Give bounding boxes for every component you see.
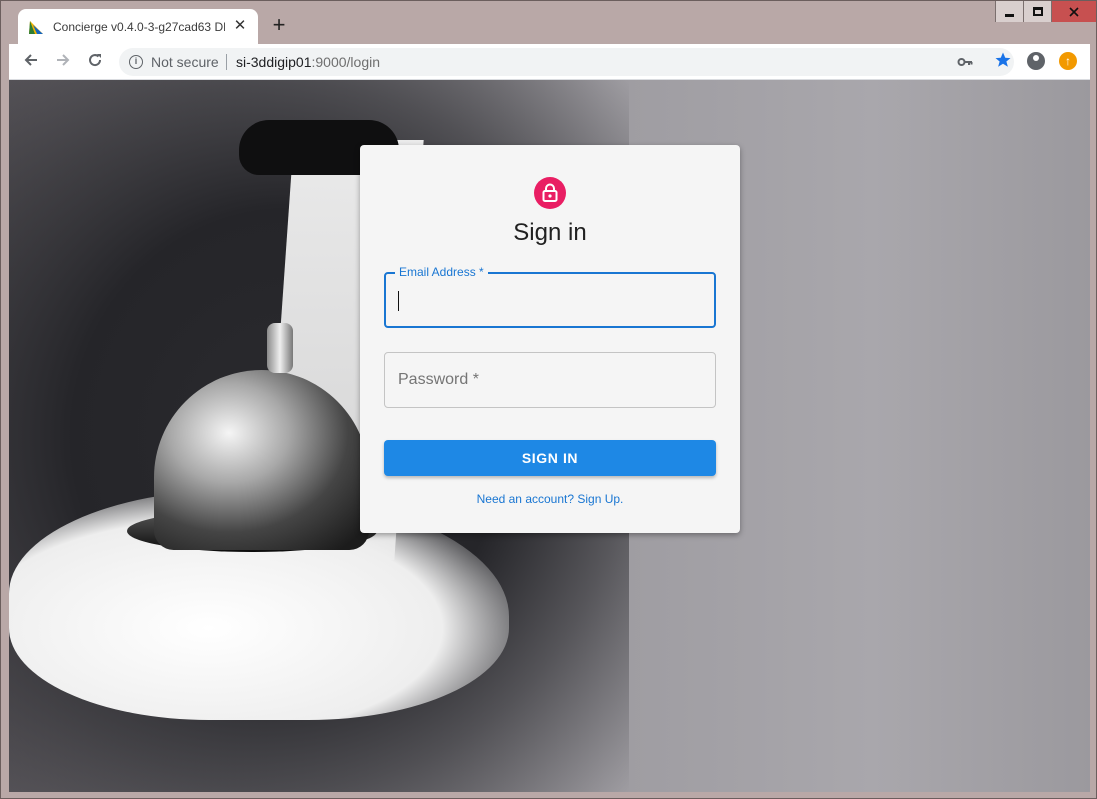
key-icon[interactable] [957,54,973,70]
reload-button[interactable] [85,52,105,72]
window-controls [995,1,1096,23]
favicon-icon [29,20,43,34]
back-arrow-icon [24,54,37,66]
page-viewport: Sign in Email Address * Password * SIGN … [9,80,1090,792]
sign-in-button[interactable]: SIGN IN [384,440,716,476]
page-title: Sign in [513,219,587,246]
new-tab-button[interactable]: + [267,14,291,38]
sign-in-card: Sign in Email Address * Password * SIGN … [360,145,740,533]
minimize-icon [1005,13,1014,17]
close-window-button[interactable] [1051,1,1096,22]
browser-window: Concierge v0.4.0-3-g27cad63 DE ✕ + i Not… [0,0,1097,799]
maximize-icon [1032,7,1043,16]
text-caret [398,291,399,311]
lock-icon [542,183,558,202]
password-field[interactable]: Password * [384,352,716,408]
minimize-button[interactable] [995,1,1023,22]
tab-title: Concierge v0.4.0-3-g27cad63 DE [53,19,225,34]
browser-tab[interactable]: Concierge v0.4.0-3-g27cad63 DE ✕ [18,9,258,44]
url-text: si-3ddigip01:9000/login [236,54,380,70]
back-button[interactable] [21,52,41,72]
close-icon [1069,6,1079,17]
lock-avatar [534,177,566,209]
tab-close-icon[interactable]: ✕ [232,18,248,34]
sign-up-link[interactable]: Need an account? Sign Up. [360,492,740,506]
security-label: Not secure [151,54,219,70]
address-bar[interactable]: i Not secure si-3ddigip01:9000/login [119,48,1014,76]
url-path: :9000/login [311,54,381,70]
tab-strip: Concierge v0.4.0-3-g27cad63 DE ✕ + [1,1,1096,44]
star-icon[interactable] [994,51,1012,69]
reload-icon [89,54,102,67]
email-field-label: Email Address * [395,265,488,279]
url-host: si-3ddigip01 [236,54,312,70]
maximize-button[interactable] [1023,1,1051,22]
info-icon[interactable]: i [129,55,143,69]
browser-toolbar: i Not secure si-3ddigip01:9000/login ↑ [9,44,1090,80]
profile-icon[interactable] [1027,52,1045,70]
background-photo-bell-knob [267,323,293,373]
password-placeholder: Password * [398,371,479,388]
email-field[interactable]: Email Address * [384,265,716,328]
forward-button[interactable] [53,52,73,72]
omnibox-separator [226,54,227,70]
update-icon[interactable]: ↑ [1059,52,1077,70]
forward-arrow-icon [57,54,70,66]
